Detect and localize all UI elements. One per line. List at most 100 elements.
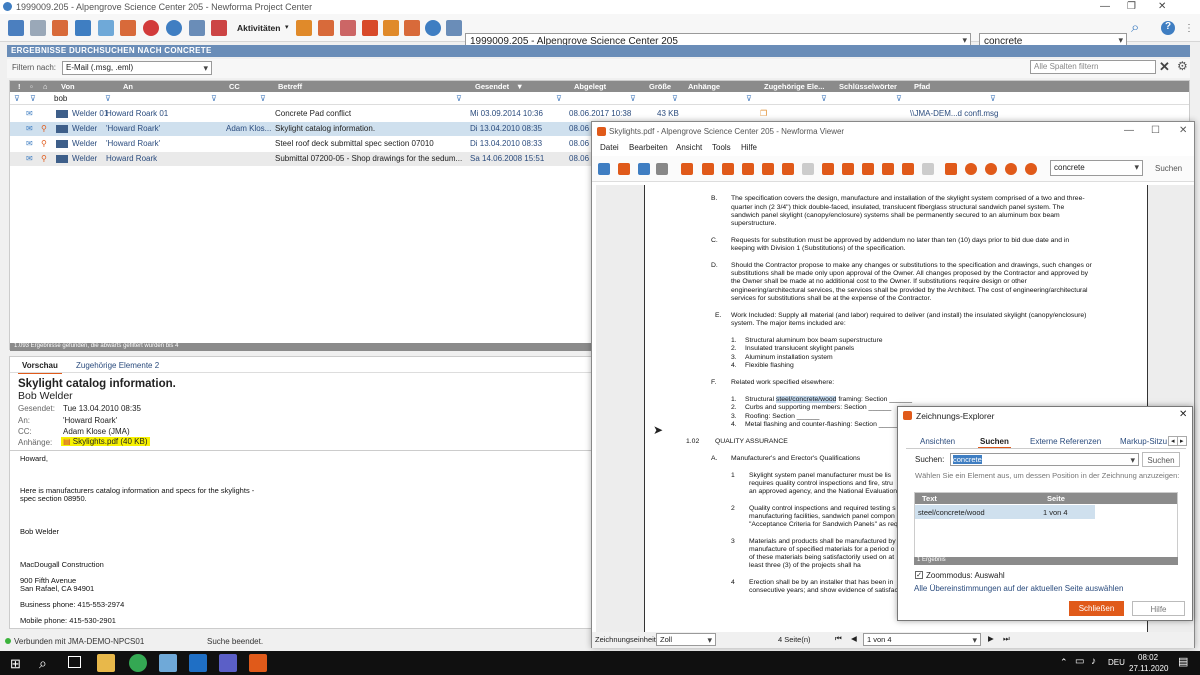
calibrate-icon[interactable] — [882, 163, 894, 175]
outlook-icon[interactable] — [189, 654, 207, 672]
menu-help[interactable]: Hilfe — [741, 143, 757, 152]
compare-icon[interactable] — [618, 163, 630, 175]
filter-icon[interactable]: ⊽ — [14, 94, 20, 103]
file-explorer-icon[interactable] — [97, 654, 115, 672]
settings-icon[interactable] — [166, 20, 182, 36]
overflow-icon[interactable]: ⋮ — [1184, 23, 1194, 34]
search-icon[interactable]: ⌕ — [39, 655, 47, 672]
tab-markup-sessions[interactable]: Markup-Sitzu — [1118, 436, 1169, 447]
recent-icon[interactable] — [120, 20, 136, 36]
select-area-icon[interactable] — [722, 163, 734, 175]
pan-icon[interactable] — [945, 163, 957, 175]
close-icon[interactable]: ✕ — [1179, 125, 1187, 136]
minimize-icon[interactable]: — — [1100, 1, 1110, 12]
clear-filter-icon[interactable]: ✕ — [1159, 59, 1170, 75]
transfer-icon[interactable] — [340, 20, 356, 36]
tray-expand-icon[interactable]: ⌃ — [1060, 657, 1068, 668]
refresh-icon[interactable] — [143, 20, 159, 36]
first-page-icon[interactable]: ⏮ — [835, 634, 842, 644]
col-filed[interactable]: Abgelegt — [574, 82, 606, 91]
forward-icon[interactable] — [30, 20, 46, 36]
snapshot-icon[interactable] — [681, 163, 693, 175]
tab-views[interactable]: Ansichten — [918, 436, 957, 447]
attachment-column-icon[interactable]: ⌂ — [43, 82, 48, 91]
mail-search-icon[interactable] — [52, 20, 68, 36]
filter-icon[interactable]: ⊽ — [746, 94, 752, 103]
col-size[interactable]: Größe — [649, 82, 671, 91]
home-icon[interactable] — [598, 163, 610, 175]
filter-icon[interactable]: ⊽ — [630, 94, 636, 103]
from-filter-input[interactable]: bob — [54, 94, 67, 103]
zoom-area-icon[interactable] — [1025, 163, 1037, 175]
lightbulb-icon[interactable] — [802, 163, 814, 175]
unit-select[interactable]: Zoll ▾ — [656, 633, 716, 646]
notification-icon[interactable]: ▤ — [1178, 655, 1188, 668]
tab-external-references[interactable]: Externe Referenzen — [1028, 436, 1103, 447]
teams-icon[interactable] — [219, 654, 237, 672]
check-icon[interactable] — [842, 163, 854, 175]
close-icon[interactable]: ✕ — [1158, 1, 1166, 12]
mail-icon[interactable] — [318, 20, 334, 36]
maximize-icon[interactable]: ❐ — [1127, 1, 1136, 12]
viewer-search-input[interactable]: concrete ▾ — [1050, 160, 1143, 176]
col-from[interactable]: Von — [61, 82, 75, 91]
grid-icon[interactable] — [902, 163, 914, 175]
result-row[interactable]: steel/concrete/wood 1 von 4 — [915, 505, 1095, 519]
contacts-icon[interactable] — [404, 20, 420, 36]
filter-type-select[interactable]: E-Mail (.msg, .eml) ▾ — [62, 61, 212, 75]
filter-icon[interactable]: ⊽ — [672, 94, 678, 103]
attachment-link[interactable]: ▤ Skylights.pdf (40 KB) — [61, 437, 150, 446]
activities-dropdown-icon[interactable]: ▾ — [285, 23, 289, 31]
col-keywords[interactable]: Schlüsselwörter — [839, 82, 897, 91]
clock-date[interactable]: 27.11.2020 — [1129, 664, 1168, 673]
windows-start-icon[interactable]: ⊞ — [10, 656, 21, 672]
filter-icon[interactable]: ⊽ — [105, 94, 111, 103]
tab-scroll-right-icon[interactable]: ▸ — [1177, 436, 1187, 446]
insert-icon[interactable] — [742, 163, 754, 175]
close-icon[interactable]: ✕ — [1179, 409, 1187, 420]
filter-icon[interactable]: ⊽ — [990, 94, 996, 103]
select-all-link[interactable]: Alle Übereinstimmungen auf der aktuellen… — [914, 584, 1123, 593]
menu-file[interactable]: Datei — [600, 143, 619, 152]
page-select[interactable]: 1 von 4 ▾ — [863, 633, 981, 646]
zoom-fit-icon[interactable] — [1005, 163, 1017, 175]
task-view-icon[interactable] — [68, 656, 81, 668]
language-indicator[interactable]: DEU — [1108, 658, 1125, 667]
col-subject[interactable]: Betreff — [278, 82, 302, 91]
back-icon[interactable] — [8, 20, 24, 36]
search-icon[interactable]: ⌕ — [1131, 19, 1139, 36]
stamp-icon[interactable] — [762, 163, 774, 175]
window-icon[interactable] — [446, 20, 462, 36]
last-page-icon[interactable]: ⏭ — [1003, 634, 1010, 644]
web-icon[interactable] — [425, 20, 441, 36]
layers-icon[interactable] — [822, 163, 834, 175]
help-icon[interactable]: ? — [1161, 21, 1175, 35]
filter-icon[interactable]: ⊽ — [556, 94, 562, 103]
viewer-search-button[interactable]: Suchen — [1155, 164, 1182, 173]
zoom-mode-checkbox[interactable]: ✓ — [915, 571, 923, 579]
zoom-in-icon[interactable] — [965, 163, 977, 175]
maximize-icon[interactable]: ☐ — [1151, 125, 1160, 136]
col-page[interactable]: Seite — [1047, 494, 1065, 503]
col-related[interactable]: Zugehörige Ele... — [764, 82, 824, 91]
table-row[interactable]: ✉ Welder 01 Howard Roark 01 Concrete Pad… — [10, 107, 1189, 121]
help-button[interactable]: Hilfe — [1132, 601, 1185, 616]
dialog-search-input[interactable]: concrete ▾ — [950, 453, 1139, 466]
col-sent[interactable]: Gesendet — [475, 82, 509, 91]
markup-pen-icon[interactable] — [702, 163, 714, 175]
save-icon[interactable] — [638, 163, 650, 175]
clock-time[interactable]: 08:02 — [1138, 653, 1158, 662]
zoom-out-icon[interactable] — [985, 163, 997, 175]
chrome-icon[interactable] — [129, 654, 147, 672]
volume-icon[interactable]: ♪ — [1091, 656, 1096, 667]
next-page-icon[interactable]: ▶ — [988, 634, 994, 643]
type-column-icon[interactable]: ▫ — [30, 82, 33, 91]
col-text[interactable]: Text — [922, 494, 937, 503]
print-icon[interactable] — [656, 163, 668, 175]
projects-icon[interactable] — [98, 20, 114, 36]
filter-icon[interactable]: ⊽ — [30, 94, 36, 103]
filter-icon[interactable]: ⊽ — [456, 94, 462, 103]
activities-menu[interactable]: Aktivitäten — [237, 23, 280, 33]
close-button[interactable]: Schließen — [1069, 601, 1124, 616]
column-filter-input[interactable]: Alle Spalten filtern — [1030, 60, 1156, 74]
